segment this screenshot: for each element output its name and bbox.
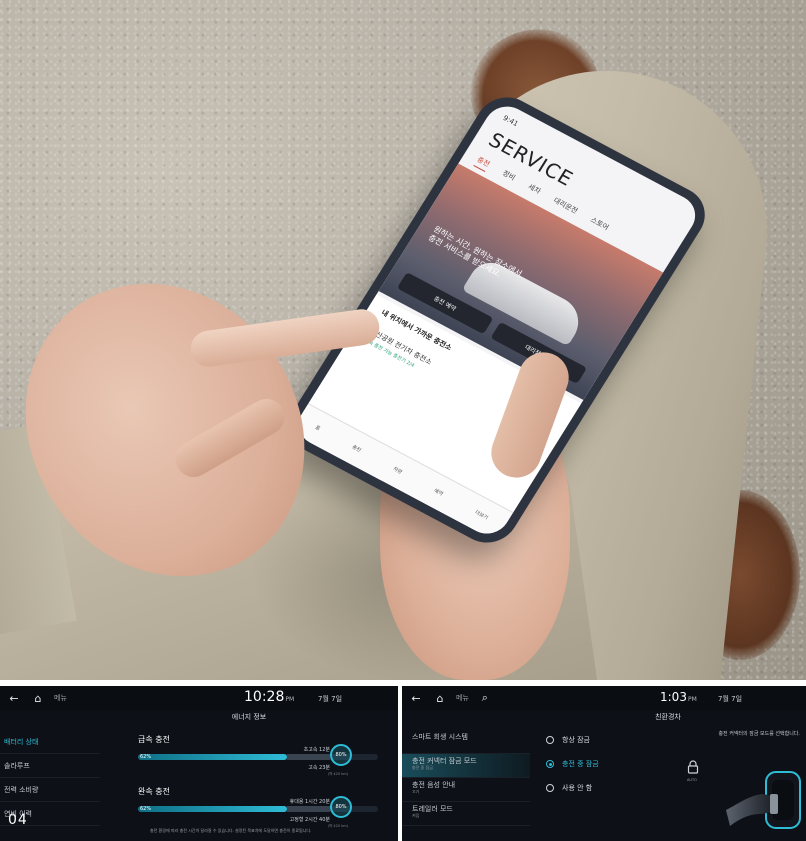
sidebar-item-label: 트레일러 모드 [412,805,453,813]
option-label: 사용 안 함 [562,784,593,792]
back-arrow-icon[interactable]: ← [408,692,424,705]
lock-mode-hint: 충전 커넥터의 잠금 모드를 선택합니다. [718,731,800,737]
slow-charge-fixed: 고정형 2시간 40분 [289,817,330,823]
clock-time: 10:28 [244,689,285,705]
sidebar-item-battery[interactable]: 배터리 상태 [0,730,100,754]
clock-time: 1:03 [660,690,687,704]
option-lock-while-charging[interactable]: 충전 중 잠금 [546,752,599,776]
sidebar-item-label: 충전 음성 안내 [412,781,456,789]
page-number: 04 [8,812,28,828]
nav-vehicle: 차량 [391,466,403,476]
top-bar: ← ⌂ 메뉴 10:28PM 7월 7일 [0,686,398,710]
sidebar-item-power[interactable]: 전력 소비량 [0,778,100,802]
charging-info: 급속 충전 초고속 12분 62% 80% 고속 23분 (약 420 km) … [138,734,388,838]
fast-charge-target-fill [286,754,330,760]
date: 7월 7일 [718,695,743,703]
slow-charge-range: (약 420 km) [327,824,348,828]
radio-selected-icon [546,760,554,768]
energy-info-screen: ← ⌂ 메뉴 10:28PM 7월 7일 에너지 정보 배터리 상태 솔라루프 … [0,686,398,841]
fast-charge-range: (약 420 km) [327,772,348,776]
phone-tab-charge: 충전 [473,154,492,172]
fast-charge-title: 급속 충전 [138,735,170,744]
slow-charge-portable: 휴대용 1시간 20분 [289,799,330,805]
hero-photo: 9:41 SERVICE 충전 정비 세차 대리운전 스토어 원하는 시간, 원… [0,0,806,680]
option-label: 항상 잠금 [562,736,590,744]
page-title: 친환경차 [655,713,681,721]
slow-charge-current-fill [138,806,287,812]
radio-icon [546,784,554,792]
option-label: 충전 중 잠금 [562,760,599,768]
slow-charge-title: 완속 충전 [138,787,170,796]
eco-sidebar: 스마트 회생 시스템 충전 커넥터 잠금 모드 충전 중 잠금 충전 음성 안내… [402,730,530,841]
sidebar-item-connector-lock[interactable]: 충전 커넥터 잠금 모드 충전 중 잠금 [402,754,530,778]
sidebar-item-value: 충전 중 잠금 [412,764,433,770]
phone-tab-store: 스토어 [588,215,611,232]
radio-icon [546,736,554,744]
nav-reserve: 예약 [432,487,444,498]
sidebar-item-trailer[interactable]: 트레일러 모드 켜짐 [402,802,530,826]
fast-charge-current-pct: 62% [140,754,152,760]
fast-charge-block: 급속 충전 초고속 12분 62% 80% 고속 23분 (약 420 km) [138,734,388,786]
menu-button[interactable]: 메뉴 [54,693,67,703]
phone-tab-wash: 세차 [526,182,543,196]
fast-charge-current-fill [138,754,287,760]
lock-icon [687,760,699,774]
menu-button[interactable]: 메뉴 [456,693,469,703]
slow-charge-current-pct: 62% [140,806,152,812]
fast-charge-target-handle[interactable]: 80% [330,744,352,766]
sidebar-item-label: 스마트 회생 시스템 [412,733,468,741]
nav-home: 홈 [313,424,322,433]
charger-plug-icon [726,771,801,829]
phone-tab-maintenance: 정비 [500,169,517,183]
nav-more: 더보기 [473,509,489,522]
home-icon[interactable]: ⌂ [432,692,448,705]
sidebar-item-regen[interactable]: 스마트 회생 시스템 [402,730,530,754]
sidebar-item-solar[interactable]: 솔라루프 [0,754,100,778]
nav-charge: 충전 [350,444,363,454]
clock-ampm: PM [687,696,697,703]
fast-charge-high: 고속 23분 [308,765,330,771]
phone-status-time: 9:41 [501,113,520,129]
sidebar-item-label: 충전 커넥터 잠금 모드 [412,757,477,765]
date: 7월 7일 [318,695,343,703]
lock-caption: AUTO [687,778,697,782]
search-icon[interactable]: ⌕ [477,691,493,705]
clock: 1:03PM [660,690,697,704]
slow-charge-target-fill [286,806,330,812]
clock: 10:28PM [244,689,294,705]
sidebar-item-value: 켜짐 [412,812,420,818]
option-always-lock[interactable]: 항상 잠금 [546,728,599,752]
back-arrow-icon[interactable]: ← [6,692,22,705]
top-bar: ← ⌂ 메뉴 ⌕ 1:03PM 7월 7일 [402,686,806,710]
charging-note: 충전 환경에 따라 충전 시간이 달라질 수 있습니다. 설정된 목표치에 도달… [150,828,312,833]
slow-charge-target-handle[interactable]: 80% [330,796,352,818]
clock-ampm: PM [285,696,295,703]
page-title: 에너지 정보 [231,713,267,721]
home-icon[interactable]: ⌂ [30,692,46,705]
eco-vehicle-screen: ← ⌂ 메뉴 ⌕ 1:03PM 7월 7일 친환경차 스마트 회생 시스템 충전… [402,686,806,841]
sidebar-item-value: 끄기 [412,788,420,794]
option-not-used[interactable]: 사용 안 함 [546,776,599,800]
fast-charge-ultra: 초고속 12분 [303,747,330,753]
lock-mode-options: 항상 잠금 충전 중 잠금 사용 안 함 [546,728,599,800]
sidebar-item-voice-guide[interactable]: 충전 음성 안내 끄기 [402,778,530,802]
